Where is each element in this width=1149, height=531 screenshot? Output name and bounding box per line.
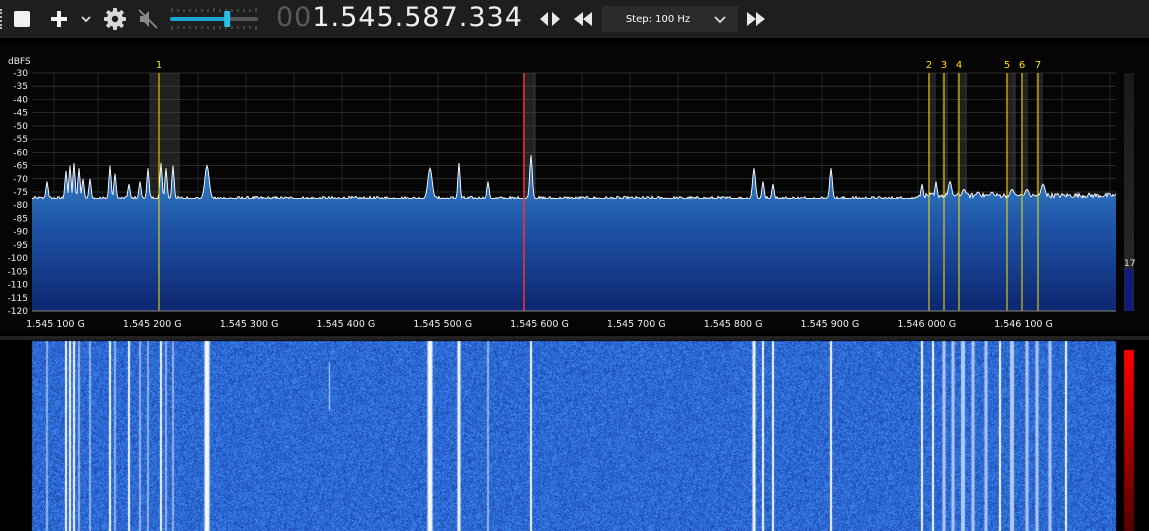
y-tick-label: -30	[13, 69, 28, 79]
chevron-down-icon	[714, 16, 726, 24]
waterfall-canvas[interactable]	[0, 336, 1149, 531]
waterfall-panel[interactable]	[0, 336, 1149, 531]
grip-icon[interactable]	[0, 9, 3, 29]
y-tick-label: -70	[13, 175, 28, 185]
marker-label[interactable]: 3	[941, 60, 947, 71]
rewind-icon	[574, 12, 592, 26]
y-tick-label: -105	[8, 267, 28, 277]
x-tick-label: 1.545 400 G	[317, 319, 376, 330]
add-source-button[interactable]	[46, 6, 96, 32]
step-select[interactable]: Step: 100 Hz	[602, 6, 738, 32]
marker-label[interactable]: 5	[1004, 60, 1010, 71]
y-tick-label: -45	[13, 109, 28, 119]
fast-forward-button[interactable]	[742, 6, 770, 32]
x-tick-label: 1.545 900 G	[801, 319, 860, 330]
marker-label[interactable]: 1	[156, 60, 162, 71]
marker-label[interactable]: 7	[1035, 60, 1041, 71]
rewind-button[interactable]	[569, 6, 597, 32]
play-stop-button[interactable]	[8, 6, 36, 32]
fast-forward-icon	[747, 12, 765, 26]
volume-handle[interactable]	[224, 11, 231, 27]
stop-square-icon	[14, 11, 30, 27]
settings-button[interactable]	[102, 6, 128, 32]
y-tick-label: -85	[13, 214, 28, 224]
y-tick-label: -50	[13, 122, 28, 132]
x-tick-label: 1.545 700 G	[607, 319, 666, 330]
y-tick-label: -100	[8, 254, 29, 264]
y-tick-label: -120	[8, 307, 29, 317]
frequency-leading-zeros: 00	[276, 2, 313, 33]
mute-button[interactable]	[136, 6, 160, 32]
y-tick-label: -95	[13, 241, 28, 251]
x-tick-label: 1.545 600 G	[510, 319, 569, 330]
x-tick-label: 1.546 000 G	[897, 319, 956, 330]
x-tick-label: 1.545 800 G	[704, 319, 763, 330]
x-tick-label: 1.545 100 G	[26, 319, 85, 330]
y-tick-label: -55	[13, 135, 28, 145]
y-tick-label: -75	[13, 188, 28, 198]
squelch-level	[1125, 269, 1133, 311]
marker-label[interactable]: 4	[956, 60, 962, 71]
y-tick-label: -65	[13, 162, 28, 172]
marker-label[interactable]: 2	[926, 60, 932, 71]
step-label: Step: 100 Hz	[625, 13, 691, 25]
y-tick-label: -110	[8, 281, 29, 291]
y-tick-label: -60	[13, 148, 28, 158]
toolbar: 001.545.587.334 Step: 100 Hz	[0, 0, 1149, 38]
volume-fill	[170, 17, 228, 21]
unit-label: dBFS	[8, 57, 31, 67]
y-tick-label: -115	[8, 294, 28, 304]
y-tick-label: -80	[13, 201, 28, 211]
y-tick-label: -90	[13, 228, 28, 238]
plus-icon	[51, 11, 67, 27]
frequency-display[interactable]: 001.545.587.334	[276, 0, 523, 36]
spectrum-panel[interactable]: 1 234 567 dBFS -30 -35 -40 -45 -50 -55 -60 -65 -70…	[0, 43, 1149, 333]
y-tick-label: -40	[13, 95, 28, 105]
x-tick-label: 1.545 500 G	[413, 319, 472, 330]
chevron-down-icon[interactable]	[79, 12, 93, 26]
frequency-value: 1.545.587.334	[312, 2, 523, 33]
speaker-muted-icon	[138, 9, 158, 29]
x-tick-label: 1.545 300 G	[220, 319, 279, 330]
center-arrows-icon	[540, 12, 560, 26]
gear-icon	[104, 8, 126, 30]
center-frequency-button[interactable]	[536, 6, 564, 32]
squelch-value: 17	[1124, 259, 1135, 269]
marker-label[interactable]: 6	[1019, 60, 1025, 71]
x-tick-label: 1.545 200 G	[123, 319, 182, 330]
y-tick-label: -35	[13, 82, 28, 92]
x-tick-label: 1.546 100 G	[994, 319, 1053, 330]
volume-slider[interactable]	[168, 4, 260, 34]
